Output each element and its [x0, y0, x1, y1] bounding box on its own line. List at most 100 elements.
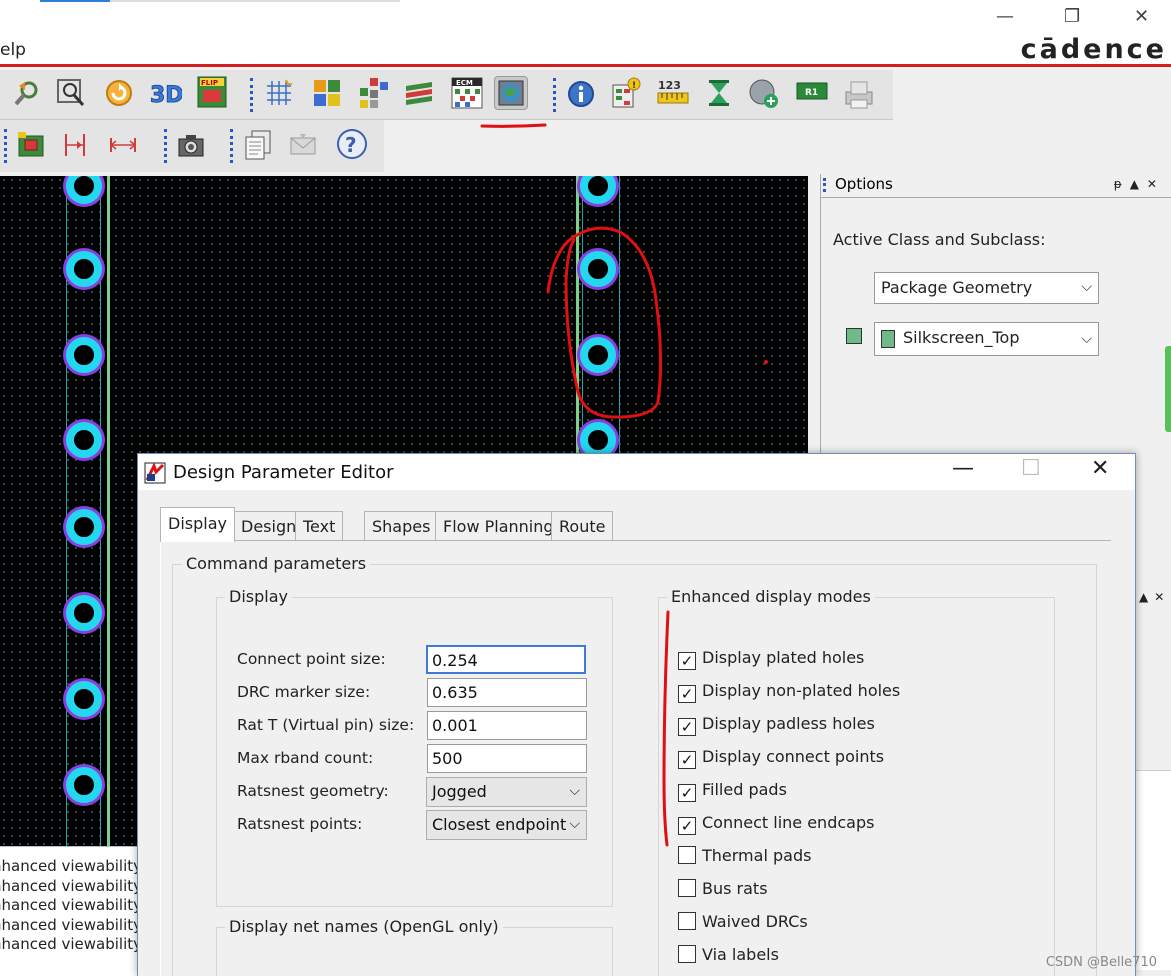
log-line: nhanced viewability: [0, 857, 142, 875]
tab-shapes[interactable]: Shapes: [364, 511, 439, 541]
pad[interactable]: [66, 337, 102, 373]
dialog-title: Design Parameter Editor: [173, 462, 394, 483]
tab-flow-planning[interactable]: Flow Planning: [435, 511, 562, 541]
checkbox-unchecked-icon[interactable]: [678, 846, 696, 864]
checkbox-filled-pads[interactable]: ✓ Filled pads: [678, 780, 787, 802]
zoom-back-icon[interactable]: [12, 78, 42, 108]
checkbox-label: Connect line endcaps: [702, 813, 875, 832]
checkbox-label: Waived DRCs: [702, 912, 808, 931]
pad[interactable]: [580, 176, 616, 204]
tab-text[interactable]: Text: [295, 511, 344, 541]
menu-bar: [0, 36, 1171, 67]
checkbox-checked-icon[interactable]: ✓: [678, 718, 696, 736]
options-header: Options ᵽ▲✕: [821, 174, 1171, 198]
checkbox-label: Via labels: [702, 945, 779, 964]
grid-icon[interactable]: [264, 78, 294, 108]
info-icon[interactable]: [566, 79, 596, 109]
checkbox-thermal-pads[interactable]: Thermal pads: [678, 846, 811, 868]
pin-icon[interactable]: ᵽ: [1114, 177, 1130, 191]
add-circle-icon[interactable]: [748, 78, 780, 110]
minimize-button[interactable]: —: [996, 6, 1014, 27]
checkbox-checked-icon[interactable]: ✓: [678, 652, 696, 670]
report-icon[interactable]: !: [610, 77, 642, 109]
pad[interactable]: [66, 595, 102, 631]
checkbox-checked-icon[interactable]: ✓: [678, 784, 696, 802]
help-icon[interactable]: ?: [336, 128, 368, 160]
restore-button[interactable]: ❐: [1064, 6, 1080, 27]
ratsnest-geometry-label: Ratsnest geometry:: [237, 782, 389, 800]
max-rband-count-input[interactable]: 500: [427, 744, 587, 773]
pad[interactable]: [580, 337, 616, 373]
3d-view-icon[interactable]: 3D: [148, 76, 183, 110]
dimension-icon[interactable]: [60, 130, 90, 160]
checkbox-display-padless-holes[interactable]: ✓ Display padless holes: [678, 714, 875, 736]
checkbox-checked-icon[interactable]: ✓: [678, 751, 696, 769]
tab-route[interactable]: Route: [551, 511, 614, 541]
dialog-close-button[interactable]: ✕: [1091, 456, 1109, 481]
checkbox-bus-rats[interactable]: Bus rats: [678, 879, 768, 901]
design-parameters-icon[interactable]: [494, 76, 528, 110]
checkbox-waived-drcs[interactable]: Waived DRCs: [678, 912, 808, 934]
panel-controls[interactable]: ᵽ▲✕: [1114, 177, 1165, 191]
drc-marker: [764, 360, 768, 364]
camera-icon[interactable]: [176, 130, 206, 160]
taskbar-tab-active[interactable]: [40, 0, 110, 2]
flip-board-icon[interactable]: FLIP: [196, 75, 228, 109]
taskbar-tab[interactable]: [110, 0, 400, 2]
pad[interactable]: [66, 176, 102, 204]
span-icon[interactable]: [108, 130, 138, 160]
ratsnest-points-select[interactable]: Closest endpoint ⌵: [426, 810, 587, 840]
checkbox-via-labels[interactable]: Via labels: [678, 945, 779, 967]
menu-item-help[interactable]: elp: [0, 40, 26, 60]
layers-icon[interactable]: [356, 76, 390, 110]
drc-marker-size-input[interactable]: 0.635: [427, 678, 587, 707]
refresh-icon[interactable]: [104, 78, 134, 108]
zoom-fit-icon[interactable]: [56, 78, 86, 108]
cm-icon[interactable]: ECM: [450, 76, 484, 110]
mail-icon[interactable]: [288, 130, 318, 160]
app-window: — ❐ ✕ elp cādence 3D FLIP ECM ! 123 R1 ?…: [0, 0, 1171, 976]
dialog-title-bar[interactable]: Design Parameter Editor — ☐ ✕: [138, 454, 1135, 490]
subclass-color-swatch[interactable]: [846, 328, 862, 344]
pad[interactable]: [66, 251, 102, 287]
checkbox-unchecked-icon[interactable]: [678, 945, 696, 963]
panel-grip-icon[interactable]: [823, 178, 826, 192]
checkbox-display-non-plated-holes[interactable]: ✓ Display non-plated holes: [678, 681, 900, 703]
dialog-body: Display Design Text Shapes Flow Planning…: [138, 490, 1135, 976]
subclass-color-icon: [881, 329, 895, 348]
r1-icon[interactable]: R1: [796, 82, 828, 102]
checkbox-unchecked-icon[interactable]: [678, 912, 696, 930]
copy-icon[interactable]: [242, 128, 274, 162]
subclass-dropdown[interactable]: Silkscreen_Top ⌵: [874, 322, 1099, 356]
panel-controls[interactable]: ▲✕: [1139, 590, 1170, 604]
dialog-minimize-button[interactable]: —: [952, 456, 974, 481]
close-button[interactable]: ✕: [1134, 6, 1149, 27]
measure-icon[interactable]: 123: [656, 77, 690, 109]
class-dropdown[interactable]: Package Geometry ⌵: [874, 272, 1099, 304]
pad[interactable]: [580, 251, 616, 287]
hourglass-icon[interactable]: [704, 78, 734, 108]
tab-display[interactable]: Display: [160, 507, 235, 542]
ratsnest-geometry-select[interactable]: Jogged ⌵: [426, 777, 587, 807]
pad[interactable]: [66, 422, 102, 458]
pad[interactable]: [66, 681, 102, 717]
drc-marker-size-label: DRC marker size:: [237, 683, 371, 701]
pad[interactable]: [66, 509, 102, 545]
checkbox-display-connect-points[interactable]: ✓ Display connect points: [678, 747, 884, 769]
checkbox-unchecked-icon[interactable]: [678, 879, 696, 897]
ratsnest-points-value: Closest endpoint: [432, 815, 567, 834]
checkbox-checked-icon[interactable]: ✓: [678, 817, 696, 835]
tab-design[interactable]: Design: [233, 511, 305, 541]
pad[interactable]: [66, 767, 102, 803]
checkbox-display-plated-holes[interactable]: ✓ Display plated holes: [678, 648, 864, 670]
stack-icon[interactable]: [402, 78, 436, 108]
rat-t-size-input[interactable]: 0.001: [427, 711, 587, 740]
checkbox-connect-line-endcaps[interactable]: ✓ Connect line endcaps: [678, 813, 874, 835]
color-icon[interactable]: [312, 78, 342, 108]
printer-icon[interactable]: [842, 78, 876, 110]
connect-point-size-input[interactable]: 0.254: [426, 645, 586, 674]
checkbox-checked-icon[interactable]: ✓: [678, 685, 696, 703]
board-icon[interactable]: [16, 130, 46, 160]
log-line: nhanced viewability: [0, 935, 142, 954]
panel-tab-indicator[interactable]: [1165, 346, 1171, 432]
